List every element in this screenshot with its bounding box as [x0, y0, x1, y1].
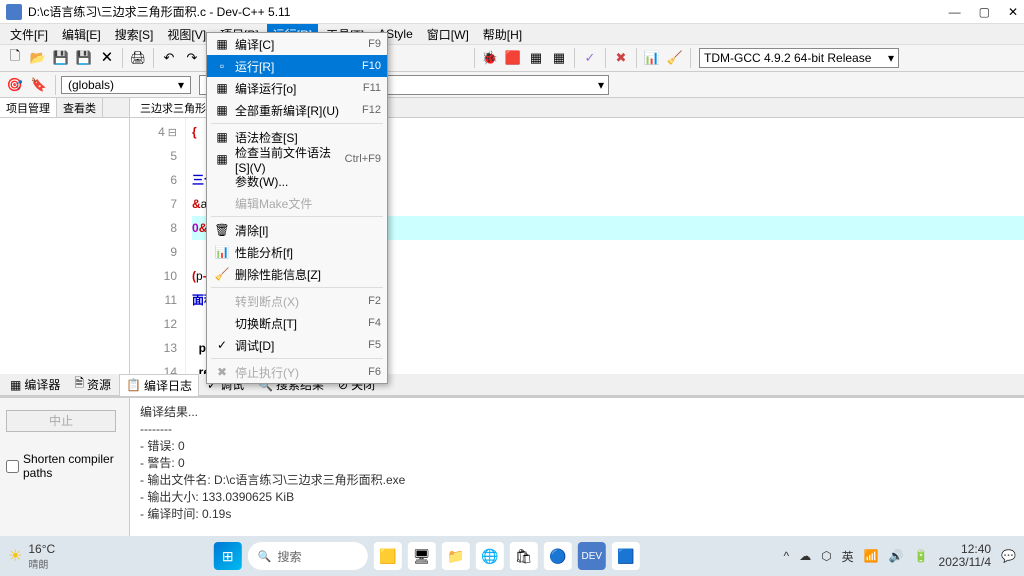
save-all-icon[interactable]: 💾 — [73, 47, 95, 69]
menu-item[interactable]: 参数(W)... — [207, 170, 387, 192]
menu-1[interactable]: 编辑[E] — [56, 24, 107, 45]
start-button[interactable]: ⊞ — [214, 542, 242, 570]
menu-item[interactable]: ▦编译运行[o]F11 — [207, 77, 387, 99]
menu-item[interactable]: 🗑清除[l] — [207, 219, 387, 241]
menu-8[interactable]: 窗口[W] — [421, 24, 475, 45]
clean-icon[interactable]: 🧹 — [664, 47, 686, 69]
menu-item[interactable]: 📊性能分析[f] — [207, 241, 387, 263]
grid-icon[interactable]: ▦ — [525, 47, 547, 69]
notifications-icon[interactable]: 💬 — [1001, 549, 1016, 563]
project-tabs: 项目管理查看类 — [0, 98, 129, 118]
wifi-icon[interactable]: 📶 — [864, 549, 879, 563]
menu-item[interactable]: 切换断点[T]F4 — [207, 312, 387, 334]
grid2-icon[interactable]: ▦ — [548, 47, 570, 69]
edge-icon[interactable]: 🌐 — [476, 542, 504, 570]
menu-item[interactable]: ✓调试[D]F5 — [207, 334, 387, 356]
cancel-icon[interactable]: ✖ — [610, 47, 632, 69]
app-icon[interactable]: 🔵 — [544, 542, 572, 570]
weather-widget[interactable]: ☀ 16°C晴朗 — [8, 542, 55, 571]
minimize-button[interactable]: — — [949, 5, 961, 19]
close-button[interactable]: ✕ — [1008, 5, 1018, 19]
explorer-icon[interactable]: 📁 — [442, 542, 470, 570]
output-panel: 中止 Shorten compiler paths 编译结果...-------… — [0, 396, 1024, 546]
stop-icon[interactable]: 🟥 — [502, 47, 524, 69]
volume-icon[interactable]: 🔊 — [889, 549, 904, 563]
main-toolbar: 🗋 📂 💾 💾 🗙 🖨 ↶ ↷ ▦ ▫ ▦ ▦ 🐞 🟥 ▦ ▦ ✓ ✖ 📊 🧹 … — [0, 44, 1024, 72]
app-icon[interactable]: 🟦 — [612, 542, 640, 570]
tray-up-icon[interactable]: ^ — [784, 549, 790, 563]
run-menu-dropdown: ▦编译[C]F9▫运行[R]F10▦编译运行[o]F11▦全部重新编译[R](U… — [206, 32, 388, 384]
output-tab[interactable]: 📋编译日志 — [119, 374, 199, 396]
window-title: D:\c语言练习\三边求三角形面积.c - Dev-C++ 5.11 — [28, 3, 949, 20]
compiler-select[interactable]: TDM-GCC 4.9.2 64-bit Release▾ — [699, 48, 899, 68]
menu-0[interactable]: 文件[F] — [4, 24, 54, 45]
menu-3[interactable]: 视图[V] — [161, 24, 212, 45]
devcpp-taskbar-icon[interactable]: DEV — [578, 542, 606, 570]
secondary-toolbar: 🎯 🔖 (globals)▾ ▾ — [0, 72, 1024, 98]
close-file-icon[interactable]: 🗙 — [96, 47, 118, 69]
undo-icon[interactable]: ↶ — [158, 47, 180, 69]
menu-9[interactable]: 帮助[H] — [477, 24, 528, 45]
taskbar-search[interactable]: 🔍 搜索 — [248, 542, 368, 570]
check-icon[interactable]: ✓ — [579, 47, 601, 69]
save-icon[interactable]: 💾 — [50, 47, 72, 69]
output-tab[interactable]: ▦编译器 — [4, 374, 66, 395]
print-icon[interactable]: 🖨 — [127, 47, 149, 69]
menu-item: 转到断点(X)F2 — [207, 290, 387, 312]
new-file-icon[interactable]: 🗋 — [4, 47, 26, 69]
tray-icon[interactable]: ⬡ — [821, 549, 831, 563]
store-icon[interactable]: 🛍 — [510, 542, 538, 570]
redo-icon[interactable]: ↷ — [181, 47, 203, 69]
abort-button[interactable]: 中止 — [6, 410, 116, 432]
menu-item[interactable]: ▦全部重新编译[R](U)F12 — [207, 99, 387, 121]
app-icon — [6, 4, 22, 20]
battery-icon[interactable]: 🔋 — [914, 549, 929, 563]
window-titlebar: D:\c语言练习\三边求三角形面积.c - Dev-C++ 5.11 — ▢ ✕ — [0, 0, 1024, 24]
maximize-button[interactable]: ▢ — [979, 5, 990, 19]
menu-item: 编辑Make文件 — [207, 192, 387, 214]
output-tabs: ▦编译器🗎资源📋编译日志✓调试🔍搜索结果⊘关闭 — [0, 374, 1024, 396]
goto-icon[interactable]: 🎯 — [4, 74, 26, 96]
project-tab[interactable]: 查看类 — [57, 98, 103, 117]
task-icon[interactable]: 🖥 — [408, 542, 436, 570]
menubar: 文件[F]编辑[E]搜索[S]视图[V]项目[P]运行[R]工具[T]AStyl… — [0, 24, 1024, 44]
system-tray[interactable]: ^ ☁ ⬡ 英 📶 🔊 🔋 12:402023/11/4 💬 — [784, 543, 1016, 569]
ime-icon[interactable]: 英 — [842, 548, 854, 565]
profile-icon[interactable]: 📊 — [641, 47, 663, 69]
compile-log: 编译结果...--------- 错误: 0- 警告: 0- 输出文件名: D:… — [130, 398, 1024, 546]
shorten-paths-checkbox[interactable]: Shorten compiler paths — [6, 452, 123, 480]
onedrive-icon[interactable]: ☁ — [799, 549, 811, 563]
project-tab[interactable]: 项目管理 — [0, 98, 57, 117]
menu-item[interactable]: ▫运行[R]F10 — [207, 55, 387, 77]
task-icon[interactable]: 🟨 — [374, 542, 402, 570]
menu-item[interactable]: ▦编译[C]F9 — [207, 33, 387, 55]
project-panel: 项目管理查看类 — [0, 98, 130, 374]
menu-item: ✖停止执行(Y)F6 — [207, 361, 387, 383]
menu-item[interactable]: 🧹删除性能信息[Z] — [207, 263, 387, 285]
menu-item[interactable]: ▦检查当前文件语法[S](V)Ctrl+F9 — [207, 148, 387, 170]
bookmark-icon[interactable]: 🔖 — [28, 74, 50, 96]
windows-taskbar: ☀ 16°C晴朗 ⊞ 🔍 搜索 🟨 🖥 📁 🌐 🛍 🔵 DEV 🟦 ^ ☁ ⬡ … — [0, 536, 1024, 576]
line-gutter: 4⊟56789101112131415 — [130, 118, 186, 374]
taskbar-clock[interactable]: 12:402023/11/4 — [939, 543, 992, 569]
debug-icon[interactable]: 🐞 — [479, 47, 501, 69]
menu-2[interactable]: 搜索[S] — [109, 24, 160, 45]
output-tab[interactable]: 🗎资源 — [68, 372, 117, 397]
open-icon[interactable]: 📂 — [27, 47, 49, 69]
scope-select[interactable]: (globals)▾ — [61, 76, 191, 94]
